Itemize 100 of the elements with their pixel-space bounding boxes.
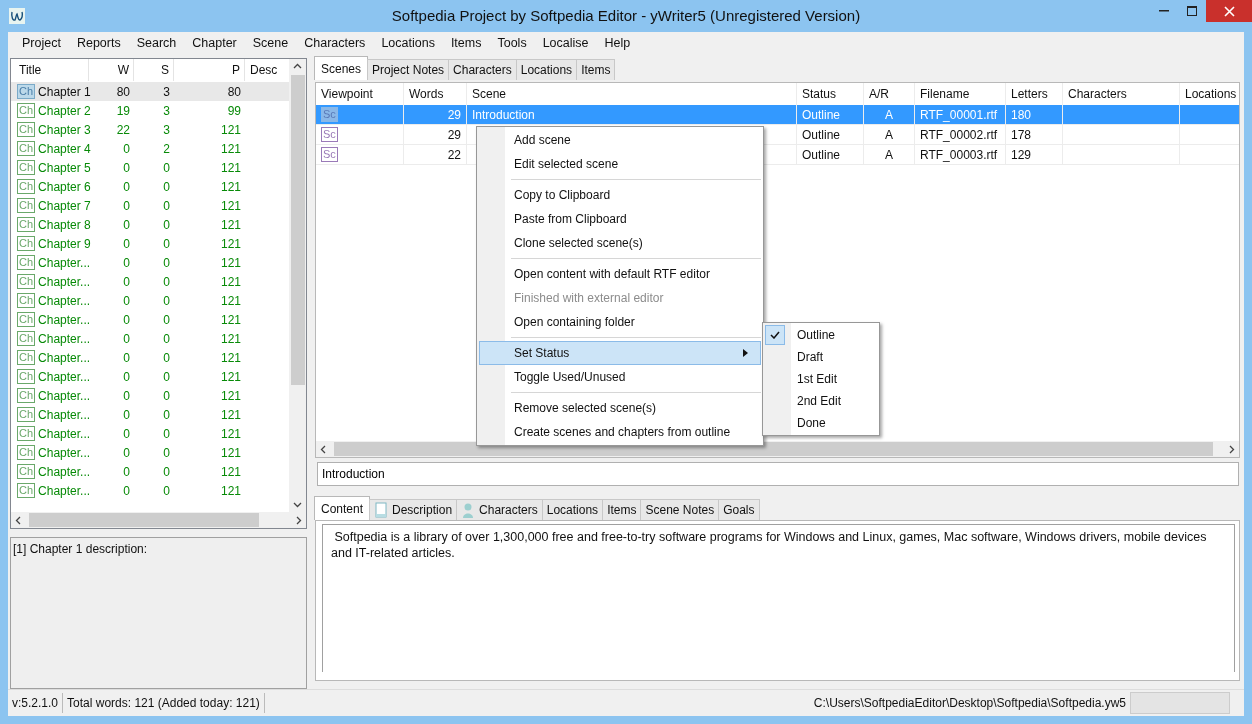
column-header[interactable]: S bbox=[134, 59, 174, 81]
menu-item[interactable]: Outline bbox=[763, 324, 879, 346]
menu-item[interactable]: Done bbox=[763, 412, 879, 434]
table-cell: A bbox=[864, 145, 915, 164]
menu-item[interactable]: Help bbox=[596, 36, 639, 50]
chapter-row[interactable]: Ch Chapter 1 80 3 80 bbox=[11, 82, 289, 101]
column-header[interactable]: P bbox=[174, 59, 245, 81]
column-header[interactable]: Title bbox=[11, 59, 89, 81]
tab[interactable]: Goals bbox=[718, 499, 760, 520]
menu-item[interactable]: Localise bbox=[534, 36, 597, 50]
scene-title-field[interactable]: Introduction bbox=[317, 462, 1239, 486]
menu-item[interactable]: Scene bbox=[244, 36, 297, 50]
menu-item[interactable]: Create scenes and chapters from outline bbox=[479, 420, 761, 444]
table-cell-text: 0 bbox=[122, 369, 131, 384]
tab[interactable]: Items bbox=[602, 499, 642, 520]
menu-item[interactable]: 2nd Edit bbox=[763, 390, 879, 412]
menu-item[interactable]: Clone selected scene(s) bbox=[479, 231, 761, 255]
chapter-icon: Ch bbox=[17, 350, 36, 365]
menu-item[interactable]: 1st Edit bbox=[763, 368, 879, 390]
table-cell-text: 0 bbox=[122, 464, 131, 479]
tab[interactable]: Locations bbox=[541, 499, 604, 520]
table-cell-text: 22 bbox=[115, 122, 131, 137]
vertical-scrollbar[interactable] bbox=[289, 59, 306, 512]
chapter-title: Chapter... bbox=[38, 407, 91, 422]
table-cell-text: 0 bbox=[122, 426, 131, 441]
menu-item[interactable]: Project bbox=[14, 36, 69, 50]
chapter-row[interactable]: Ch Chapter... 0 0 121 bbox=[11, 481, 289, 500]
menu-item[interactable]: Toggle Used/Unused bbox=[479, 365, 761, 389]
chapter-row[interactable]: Ch Chapter... 0 0 121 bbox=[11, 272, 289, 291]
menu-item[interactable]: Open containing folder bbox=[479, 310, 761, 334]
tab[interactable]: Locations bbox=[515, 59, 578, 80]
chapter-title: Chapter... bbox=[38, 331, 91, 346]
chapter-row[interactable]: Ch Chapter... 0 0 121 bbox=[11, 291, 289, 310]
chapter-row[interactable]: Ch Chapter... 0 0 121 bbox=[11, 367, 289, 386]
chapter-row[interactable]: Ch Chapter 2 19 3 99 bbox=[11, 101, 289, 120]
table-cell-text: 0 bbox=[122, 141, 131, 156]
tab[interactable]: Characters bbox=[456, 499, 543, 520]
chapter-title: Chapter 6 bbox=[38, 179, 91, 194]
chapter-row[interactable]: Ch Chapter... 0 0 121 bbox=[11, 329, 289, 348]
menu-item[interactable]: Search bbox=[128, 36, 185, 50]
chapter-row[interactable]: Ch Chapter 6 0 0 121 bbox=[11, 177, 289, 196]
chapter-row[interactable]: Ch Chapter... 0 0 121 bbox=[11, 443, 289, 462]
chapter-row[interactable]: Ch Chapter 3 22 3 121 bbox=[11, 120, 289, 139]
chapter-row[interactable]: Ch Chapter 9 0 0 121 bbox=[11, 234, 289, 253]
menu-item[interactable]: Remove selected scene(s) bbox=[479, 396, 761, 420]
chapter-row[interactable]: Ch Chapter 5 0 0 121 bbox=[11, 158, 289, 177]
chapter-icon: Ch bbox=[17, 331, 36, 346]
column-header[interactable]: Desc bbox=[245, 59, 289, 81]
chapter-row[interactable]: Ch Chapter... 0 0 121 bbox=[11, 386, 289, 405]
menu-item[interactable]: Reports bbox=[68, 36, 129, 50]
table-cell: 29 bbox=[404, 105, 467, 124]
chapter-description-pane[interactable]: [1] Chapter 1 description: bbox=[10, 537, 307, 689]
horizontal-scrollbar[interactable] bbox=[11, 512, 306, 528]
chapter-title: Chapter 1 bbox=[38, 84, 91, 99]
menu-item[interactable]: Copy to Clipboard bbox=[479, 183, 761, 207]
tab[interactable]: Project Notes bbox=[367, 59, 450, 80]
table-cell-text: 0 bbox=[162, 445, 171, 460]
table-cell-text: 121 bbox=[219, 122, 242, 137]
table-cell-text: 121 bbox=[219, 255, 242, 270]
menu-item[interactable]: Draft bbox=[763, 346, 879, 368]
chapter-row[interactable]: Ch Chapter 4 0 2 121 bbox=[11, 139, 289, 158]
menu-item[interactable]: Paste from Clipboard bbox=[479, 207, 761, 231]
table-cell-text: 0 bbox=[122, 198, 131, 213]
menu-item[interactable]: Items bbox=[442, 36, 490, 50]
chapter-row[interactable]: Ch Chapter... 0 0 121 bbox=[11, 348, 289, 367]
chapter-row[interactable]: Ch Chapter... 0 0 121 bbox=[11, 424, 289, 443]
menu-item[interactable]: Chapter bbox=[184, 36, 245, 50]
close-button[interactable] bbox=[1206, 0, 1252, 22]
chapter-icon: Ch bbox=[17, 103, 36, 118]
table-cell: 129 bbox=[1006, 145, 1063, 164]
tab[interactable]: Scenes bbox=[314, 56, 369, 80]
table-cell-text: 0 bbox=[162, 274, 171, 289]
table-cell: RTF_00002.rtf bbox=[915, 125, 1006, 144]
column-header[interactable]: W bbox=[89, 59, 134, 81]
tab[interactable]: Characters bbox=[448, 59, 517, 80]
menu-item[interactable]: Tools bbox=[489, 36, 535, 50]
chapter-row[interactable]: Ch Chapter... 0 0 121 bbox=[11, 310, 289, 329]
table-cell: A bbox=[864, 105, 915, 124]
chapter-icon: Ch bbox=[17, 388, 36, 403]
tab[interactable]: Description bbox=[369, 499, 458, 520]
scroll-left-icon bbox=[320, 444, 326, 454]
chapter-title: Chapter 2 bbox=[38, 103, 91, 118]
tab[interactable]: Items bbox=[576, 59, 616, 80]
chapter-icon: Ch bbox=[17, 293, 36, 308]
chapter-row[interactable]: Ch Chapter... 0 0 121 bbox=[11, 253, 289, 272]
tab[interactable]: Scene Notes bbox=[640, 499, 720, 520]
menu-item[interactable]: Set Status bbox=[479, 341, 761, 365]
menu-item[interactable]: Characters bbox=[296, 36, 374, 50]
chapter-row[interactable]: Ch Chapter 8 0 0 121 bbox=[11, 215, 289, 234]
tab[interactable]: Content bbox=[314, 496, 371, 520]
chapter-row[interactable]: Ch Chapter 7 0 0 121 bbox=[11, 196, 289, 215]
chapter-icon: Ch bbox=[17, 198, 36, 213]
table-cell: 22 bbox=[404, 145, 467, 164]
chapter-row[interactable]: Ch Chapter... 0 0 121 bbox=[11, 405, 289, 424]
menu-item[interactable]: Locations bbox=[373, 36, 443, 50]
menu-item[interactable]: Open content with default RTF editor bbox=[479, 262, 761, 286]
table-cell-text: 0 bbox=[162, 255, 171, 270]
chapter-icon: Ch bbox=[17, 407, 36, 422]
chapter-row[interactable]: Ch Chapter... 0 0 121 bbox=[11, 462, 289, 481]
table-cell-text: 0 bbox=[162, 217, 171, 232]
